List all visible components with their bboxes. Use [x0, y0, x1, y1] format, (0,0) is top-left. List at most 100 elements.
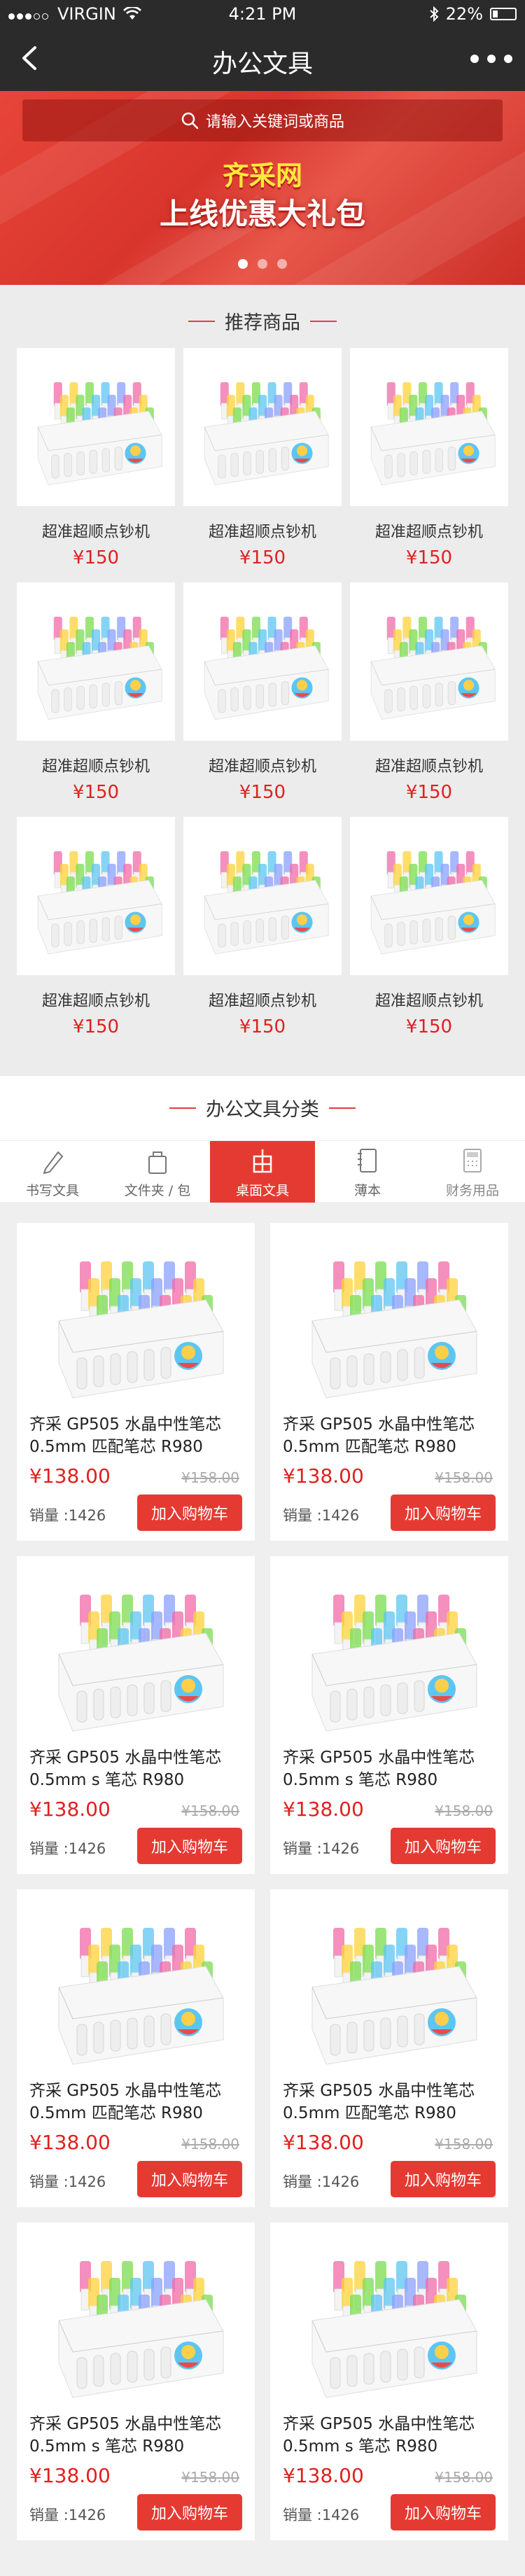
product-price: ¥150	[239, 1016, 286, 1037]
product-price: ¥150	[239, 782, 286, 803]
battery-icon	[490, 8, 517, 20]
promo-banner[interactable]: 请输入关键词或商品 齐采网 上线优惠大礼包	[0, 91, 525, 285]
banner-page-indicator	[0, 259, 525, 269]
add-to-cart-button[interactable]: 加入购物车	[137, 2494, 242, 2530]
original-price: ¥158.00	[181, 2469, 239, 2486]
page-title: 办公文具	[211, 50, 313, 78]
product-price: ¥150	[72, 1016, 120, 1037]
product-image[interactable]	[17, 582, 175, 741]
recommend-section: 推荐商品 超准超顺点钞机 ¥150 超准超顺点钞机 ¥150 超准超顺点钞机 ¥150 超准…	[0, 285, 525, 1076]
add-to-cart-button[interactable]: 加入购物车	[391, 1494, 496, 1531]
product-card[interactable]: 齐采 GP505 水晶中性笔芯 0.5mm s 笔芯 R980 ¥138.00 ¥1…	[17, 2222, 255, 2540]
product-card[interactable]: 齐采 GP505 水晶中性笔芯 0.5mm s 笔芯 R980 ¥138.00 ¥1…	[270, 2222, 508, 2540]
product-card[interactable]: 齐采 GP505 水晶中性笔芯 0.5mm 匹配笔芯 R980 ¥138.00 ¥1…	[270, 1889, 508, 2207]
tab-label: 文件夹 / 包	[124, 1183, 191, 1198]
product-image[interactable]	[283, 2233, 496, 2408]
product-name: 超准超顺点钞机	[208, 758, 316, 776]
recommend-grid: 超准超顺点钞机 ¥150 超准超顺点钞机 ¥150 超准超顺点钞机 ¥150 超准超顺点钞机…	[17, 348, 508, 1051]
original-price: ¥158.00	[435, 1802, 493, 1819]
add-to-cart-button[interactable]: 加入购物车	[137, 2161, 242, 2197]
pen-refill-box-illustration	[284, 2233, 494, 2408]
page-dot[interactable]	[238, 259, 248, 269]
recommend-item[interactable]: 超准超顺点钞机 ¥150	[350, 348, 508, 582]
recommend-item[interactable]: 超准超顺点钞机 ¥150	[350, 817, 508, 1051]
pen-refill-box-illustration	[183, 360, 342, 493]
product-card[interactable]: 齐采 GP505 水晶中性笔芯 0.5mm 匹配笔芯 R980 ¥138.00 ¥1…	[17, 1223, 255, 1541]
original-price: ¥158.00	[435, 2469, 493, 2486]
pen-refill-box-illustration	[350, 360, 508, 493]
calculator-icon	[463, 1149, 482, 1172]
recommend-item[interactable]: 超准超顺点钞机 ¥150	[183, 582, 342, 817]
original-price: ¥158.00	[435, 1469, 493, 1486]
recommend-item[interactable]: 超准超顺点钞机 ¥150	[350, 582, 508, 817]
product-name: 超准超顺点钞机	[374, 524, 483, 541]
pen-refill-box-illustration	[350, 595, 508, 728]
product-price: ¥138.00	[29, 1464, 111, 1488]
product-name: 超准超顺点钞机	[374, 758, 483, 776]
product-image[interactable]	[183, 348, 342, 506]
product-image[interactable]	[29, 1900, 242, 2075]
product-card[interactable]: 齐采 GP505 水晶中性笔芯 0.5mm 匹配笔芯 R980 ¥138.00 ¥1…	[17, 1889, 255, 2207]
original-price: ¥158.00	[435, 2136, 493, 2152]
add-to-cart-button[interactable]: 加入购物车	[137, 1494, 242, 1531]
tab-label: 财务用品	[445, 1183, 499, 1198]
recommend-item[interactable]: 超准超顺点钞机 ¥150	[17, 348, 175, 582]
add-to-cart-button[interactable]: 加入购物车	[391, 1828, 496, 1864]
pen-icon	[43, 1151, 64, 1175]
add-to-cart-button[interactable]: 加入购物车	[137, 1828, 242, 1864]
page-dot[interactable]	[258, 259, 267, 269]
status-bar: VIRGIN 4:21 PM 22%	[0, 0, 525, 28]
product-image[interactable]	[17, 348, 175, 506]
tab-desk-organizer[interactable]: 桌面文具	[210, 1141, 315, 1203]
product-name: 齐采 GP505 水晶中性笔芯 0.5mm 匹配笔芯 R980	[283, 1415, 475, 1456]
product-image[interactable]	[283, 1567, 496, 1742]
category-title: 办公文具分类	[206, 1099, 319, 1121]
recommend-item[interactable]: 超准超顺点钞机 ¥150	[17, 582, 175, 817]
add-to-cart-button[interactable]: 加入购物车	[391, 2161, 496, 2197]
product-image[interactable]	[183, 582, 342, 741]
product-name: 齐采 GP505 水晶中性笔芯 0.5mm 匹配笔芯 R980	[283, 2082, 475, 2122]
product-price: ¥150	[72, 547, 120, 568]
product-image[interactable]	[29, 1567, 242, 1742]
product-image[interactable]	[283, 1900, 496, 2075]
recommend-item[interactable]: 超准超顺点钞机 ¥150	[183, 817, 342, 1051]
pen-refill-box-illustration	[350, 830, 508, 962]
pen-refill-box-illustration	[31, 1900, 241, 2075]
recommend-item[interactable]: 超准超顺点钞机 ¥150	[17, 817, 175, 1051]
tab-calculator[interactable]: 财务用品	[420, 1141, 525, 1203]
pen-refill-box-illustration	[17, 595, 175, 728]
product-image[interactable]	[183, 817, 342, 975]
banner-brand: 齐采网	[222, 160, 302, 191]
product-image[interactable]	[350, 817, 508, 975]
product-image[interactable]	[283, 1233, 496, 1408]
tab-pen[interactable]: 书写文具	[0, 1141, 105, 1203]
product-card[interactable]: 齐采 GP505 水晶中性笔芯 0.5mm s 笔芯 R980 ¥138.00 ¥1…	[17, 1556, 255, 1874]
product-card[interactable]: 齐采 GP505 水晶中性笔芯 0.5mm s 笔芯 R980 ¥138.00 ¥1…	[270, 1556, 508, 1874]
product-price: ¥150	[405, 782, 453, 803]
add-to-cart-button[interactable]: 加入购物车	[391, 2494, 496, 2530]
category-section: 办公文具分类 书写文具 文件夹 / 包 桌面文具 薄本 财务用品 齐采 GP505 水晶…	[0, 1076, 525, 2576]
sales-count: 销量 :1426	[283, 2174, 360, 2190]
tab-notebook[interactable]: 薄本	[315, 1141, 420, 1203]
recommend-item[interactable]: 超准超顺点钞机 ¥150	[183, 348, 342, 582]
pen-refill-box-illustration	[31, 1567, 241, 1742]
desk-organizer-icon	[253, 1149, 272, 1173]
product-image[interactable]	[17, 817, 175, 975]
search-bar[interactable]: 请输入关键词或商品	[22, 99, 503, 141]
page-dot[interactable]	[277, 259, 287, 269]
product-grid: 齐采 GP505 水晶中性笔芯 0.5mm 匹配笔芯 R980 ¥138.00 ¥1…	[17, 1223, 508, 2540]
sales-count: 销量 :1426	[283, 2507, 360, 2524]
more-menu-icon[interactable]	[470, 43, 512, 74]
product-price: ¥138.00	[283, 2131, 364, 2154]
tab-label: 薄本	[354, 1183, 381, 1198]
product-name: 超准超顺点钞机	[41, 524, 150, 541]
sales-count: 销量 :1426	[29, 1507, 106, 1524]
product-image[interactable]	[350, 582, 508, 741]
product-image[interactable]	[350, 348, 508, 506]
product-card[interactable]: 齐采 GP505 水晶中性笔芯 0.5mm 匹配笔芯 R980 ¥138.00 ¥1…	[270, 1223, 508, 1541]
product-image[interactable]	[29, 1233, 242, 1408]
product-name: 超准超顺点钞机	[41, 993, 150, 1010]
recommend-title: 推荐商品	[225, 312, 300, 334]
product-image[interactable]	[29, 2233, 242, 2408]
tab-bag[interactable]: 文件夹 / 包	[105, 1141, 210, 1203]
